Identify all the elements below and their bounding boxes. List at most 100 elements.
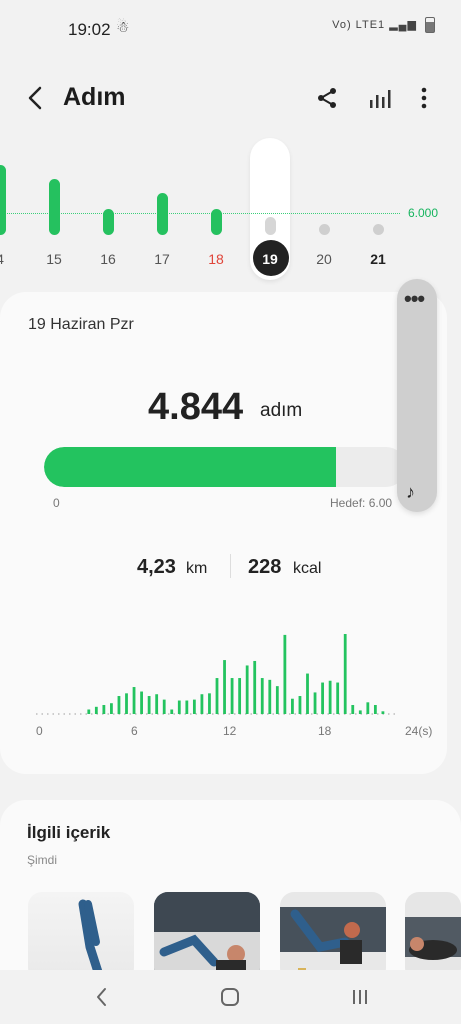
status-time: 19:02 bbox=[68, 20, 111, 39]
hourly-bar bbox=[373, 705, 377, 714]
goal-progress-bar bbox=[44, 447, 406, 487]
step-count: 4.844 bbox=[148, 386, 244, 428]
hourly-bar bbox=[275, 686, 279, 714]
edge-panel-handle[interactable] bbox=[397, 279, 437, 512]
day-bar[interactable] bbox=[0, 164, 6, 235]
workout-figure-image bbox=[154, 892, 260, 982]
workout-thumbnail[interactable] bbox=[280, 892, 386, 982]
day-bar[interactable] bbox=[48, 179, 60, 235]
hourly-x-label: 12 bbox=[223, 724, 237, 738]
calories-value: 228 bbox=[248, 556, 282, 578]
hourly-bar bbox=[208, 693, 211, 714]
hourly-bar bbox=[125, 693, 128, 714]
hourly-x-label: 24(s) bbox=[405, 724, 433, 738]
workout-thumbnail[interactable] bbox=[405, 892, 461, 982]
day-empty-dot[interactable] bbox=[372, 224, 384, 235]
day-label[interactable]: 17 bbox=[147, 251, 177, 267]
hourly-bar bbox=[238, 678, 242, 714]
nav-recent-apps-icon[interactable] bbox=[350, 988, 370, 1006]
nav-home-icon[interactable] bbox=[219, 986, 241, 1008]
hourly-bar bbox=[102, 705, 106, 714]
distance-unit: km bbox=[186, 560, 208, 577]
signal-icon: ▂▄▆ bbox=[389, 18, 417, 31]
day-label[interactable]: 15 bbox=[39, 251, 69, 267]
hourly-bar bbox=[215, 678, 219, 714]
hourly-bar bbox=[185, 700, 189, 714]
workout-thumbnail[interactable] bbox=[154, 892, 260, 982]
workout-thumbnail[interactable] bbox=[28, 892, 134, 982]
workout-figure-image bbox=[405, 917, 461, 960]
progress-goal-label: Hedef: 6.00 bbox=[330, 496, 393, 510]
hourly-bar bbox=[147, 696, 151, 714]
progress-start-label: 0 bbox=[53, 496, 60, 510]
hourly-bar bbox=[283, 634, 287, 714]
share-icon[interactable] bbox=[315, 86, 339, 110]
day-label[interactable]: 21 bbox=[363, 251, 393, 267]
hourly-bar bbox=[110, 703, 113, 714]
hourly-bar bbox=[358, 710, 362, 714]
target-label: 6.000 bbox=[408, 206, 439, 220]
hourly-bar bbox=[366, 702, 370, 714]
hourly-steps-chart bbox=[36, 634, 398, 715]
day-label[interactable]: 20 bbox=[309, 251, 339, 267]
hourly-bar bbox=[117, 696, 121, 714]
hourly-bar bbox=[87, 709, 91, 714]
target-line bbox=[0, 213, 400, 214]
hourly-bar bbox=[230, 678, 234, 714]
hourly-bar bbox=[170, 709, 174, 714]
hourly-bar bbox=[132, 687, 136, 714]
hourly-bar bbox=[223, 660, 226, 714]
nav-back-icon[interactable] bbox=[92, 985, 112, 1009]
calories-unit: kcal bbox=[293, 560, 322, 577]
related-content-subtitle: Şimdi bbox=[27, 853, 58, 867]
hourly-bar bbox=[155, 694, 159, 714]
page-title: Adım bbox=[63, 83, 126, 111]
hourly-bar bbox=[321, 682, 324, 714]
day-empty-dot[interactable] bbox=[318, 224, 330, 235]
date-label: 19 Haziran Pzr bbox=[28, 316, 134, 333]
hourly-bar bbox=[260, 678, 264, 714]
hourly-x-label: 18 bbox=[318, 724, 332, 738]
hourly-bar bbox=[268, 679, 272, 714]
day-label[interactable]: 19 bbox=[255, 251, 285, 267]
step-unit: adım bbox=[260, 400, 303, 421]
hourly-bar bbox=[351, 705, 355, 714]
hourly-bar bbox=[328, 680, 332, 714]
hourly-bar bbox=[200, 694, 204, 714]
hourly-bar bbox=[381, 711, 385, 714]
day-bar[interactable] bbox=[156, 192, 168, 235]
day-bar[interactable] bbox=[264, 217, 276, 235]
divider bbox=[230, 554, 231, 578]
goal-progress-fill bbox=[44, 447, 337, 487]
person-icon: ☃ bbox=[116, 19, 130, 36]
hourly-bar bbox=[313, 692, 317, 714]
day-label[interactable]: 4 bbox=[0, 251, 15, 267]
status-indicators: Vo) LTE1 ▂▄▆ bbox=[332, 17, 435, 33]
back-arrow-icon[interactable] bbox=[22, 83, 50, 113]
hourly-bar bbox=[336, 682, 340, 714]
hourly-x-label: 6 bbox=[131, 724, 138, 738]
workout-figure-image bbox=[280, 907, 386, 976]
day-bar[interactable] bbox=[210, 208, 222, 235]
hourly-bar bbox=[306, 673, 309, 714]
related-content-title: İlgili içerik bbox=[27, 823, 111, 842]
hourly-bar bbox=[94, 706, 98, 714]
day-label[interactable]: 16 bbox=[93, 251, 123, 267]
hourly-bar bbox=[253, 660, 257, 714]
battery-icon bbox=[425, 17, 435, 33]
hourly-bar bbox=[298, 696, 302, 714]
distance-value: 4,23 bbox=[137, 556, 176, 578]
workout-figure-image bbox=[61, 899, 105, 982]
hourly-bar bbox=[291, 698, 294, 714]
hourly-bar bbox=[245, 665, 249, 714]
day-bar[interactable] bbox=[102, 209, 114, 235]
status-network-text: Vo) LTE1 bbox=[332, 18, 386, 31]
hourly-bar bbox=[140, 691, 143, 714]
edge-more-icon[interactable]: ••• bbox=[404, 286, 425, 312]
more-options-icon[interactable] bbox=[414, 86, 434, 110]
music-note-icon[interactable]: ♪ bbox=[406, 482, 415, 503]
day-label[interactable]: 18 bbox=[201, 251, 231, 267]
hourly-bar bbox=[177, 700, 181, 714]
bar-chart-icon[interactable] bbox=[368, 86, 392, 110]
hourly-bar bbox=[192, 699, 196, 714]
